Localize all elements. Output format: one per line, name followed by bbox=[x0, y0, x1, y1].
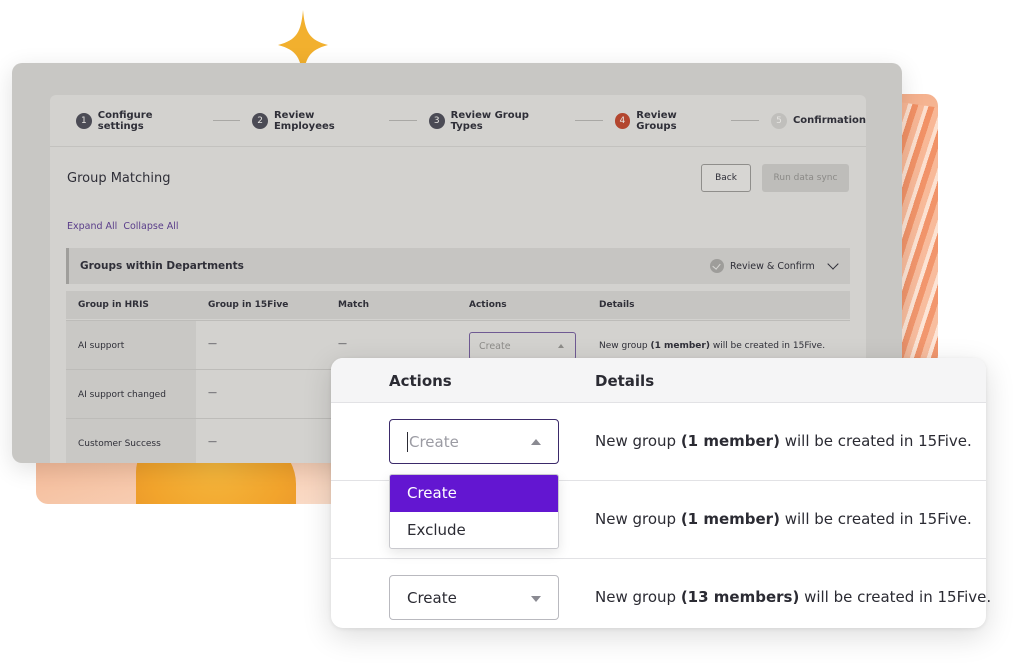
column-header: Group in 15Five bbox=[208, 300, 289, 310]
actions-column-header: Actions bbox=[389, 372, 452, 390]
page-title: Group Matching bbox=[67, 171, 171, 186]
select-value: Create bbox=[407, 589, 457, 607]
expand-collapse-links: Expand All Collapse All bbox=[67, 221, 185, 232]
details-member-count: (1 member) bbox=[680, 432, 780, 450]
table-header: Group in HRIS Group in 15Five Match Acti… bbox=[66, 291, 850, 319]
details-member-count: (1 member) bbox=[650, 341, 710, 351]
details-column-header: Details bbox=[595, 372, 655, 390]
step-connector bbox=[574, 120, 603, 121]
details-text-tail: will be created in 15Five. bbox=[779, 510, 972, 528]
caret-down-icon bbox=[531, 596, 541, 602]
column-header: Actions bbox=[469, 300, 507, 310]
step-number: 2 bbox=[252, 112, 268, 129]
action-dropdown-menu: Create Exclude bbox=[389, 474, 559, 549]
step-label: Configure settings bbox=[97, 109, 153, 132]
cell-hris-group: Customer Success bbox=[66, 419, 196, 463]
step-label: Confirmation bbox=[792, 115, 866, 126]
collapse-all-link[interactable]: Collapse All bbox=[123, 221, 178, 232]
details-text: New group bbox=[595, 588, 681, 606]
dropdown-option-create[interactable]: Create bbox=[390, 475, 558, 512]
card-header: Actions Details bbox=[331, 358, 986, 403]
details-text: New group bbox=[595, 510, 681, 528]
caret-up-icon bbox=[531, 439, 541, 445]
cell-match: — bbox=[338, 339, 347, 349]
card-row: Create New group (13 members) will be cr… bbox=[331, 559, 991, 637]
card-row: Create New group (1 member) will be crea… bbox=[331, 403, 986, 481]
step-number: 3 bbox=[428, 112, 445, 129]
step-review-employees[interactable]: 2 Review Employees bbox=[252, 110, 377, 132]
cell-15five-group: — bbox=[208, 388, 217, 398]
review-confirm-toggle[interactable]: Review & Confirm bbox=[710, 258, 839, 273]
column-header: Details bbox=[599, 300, 635, 310]
step-label: Review Groups bbox=[636, 109, 677, 132]
back-button[interactable]: Back bbox=[701, 164, 751, 192]
chevron-down-icon[interactable] bbox=[827, 258, 839, 270]
step-confirmation[interactable]: 5 Confirmation bbox=[770, 112, 866, 129]
details-member-count: (1 member) bbox=[680, 510, 780, 528]
expand-all-link[interactable]: Expand All bbox=[67, 221, 117, 232]
step-number: 4 bbox=[614, 112, 631, 129]
dropdown-option-exclude[interactable]: Exclude bbox=[390, 512, 558, 548]
details-text-tail: will be created in 15Five. bbox=[799, 588, 992, 606]
cell-15five-group: — bbox=[208, 339, 217, 349]
step-review-group-types[interactable]: 3 Review Group Types bbox=[428, 109, 563, 132]
step-connector bbox=[389, 120, 417, 121]
action-select[interactable]: Create bbox=[469, 332, 576, 360]
column-header: Group in HRIS bbox=[78, 300, 149, 310]
details-text: New group bbox=[599, 341, 651, 351]
step-configure-settings[interactable]: 1 Configure settings bbox=[76, 110, 201, 132]
column-header: Match bbox=[338, 300, 370, 310]
cell-details: New group (1 member) will be created in … bbox=[599, 341, 825, 351]
step-number: 1 bbox=[76, 112, 92, 129]
details-text-tail: will be created in 15Five. bbox=[709, 341, 826, 351]
cell-hris-group: AI support bbox=[66, 321, 196, 369]
run-data-sync-button[interactable]: Run data sync bbox=[762, 164, 849, 192]
details-text-tail: will be created in 15Five. bbox=[779, 432, 972, 450]
step-connector bbox=[212, 120, 241, 121]
step-label: Review Employees bbox=[273, 109, 335, 132]
section-title: Groups within Departments bbox=[80, 260, 244, 272]
row-details: New group (13 members) will be created i… bbox=[595, 588, 991, 606]
action-select[interactable]: Create bbox=[389, 575, 559, 620]
step-number: 5 bbox=[770, 112, 787, 129]
details-member-count: (13 members) bbox=[680, 588, 800, 606]
check-circle-icon bbox=[710, 259, 724, 273]
review-confirm-label: Review & Confirm bbox=[730, 260, 815, 272]
step-label: Review Group Types bbox=[450, 109, 529, 132]
action-select-open[interactable]: Create bbox=[389, 419, 559, 464]
cell-hris-group: AI support changed bbox=[66, 370, 196, 418]
cell-15five-group: — bbox=[208, 437, 217, 447]
row-details: New group (1 member) will be created in … bbox=[595, 510, 972, 528]
step-review-groups[interactable]: 4 Review Groups bbox=[614, 109, 720, 132]
actions-details-card: Actions Details Create New group (1 memb… bbox=[331, 358, 991, 628]
details-text: New group bbox=[595, 432, 681, 450]
row-details: New group (1 member) will be created in … bbox=[595, 432, 972, 450]
stepper: 1 Configure settings 2 Review Employees … bbox=[50, 95, 866, 147]
step-connector bbox=[731, 120, 759, 121]
select-placeholder: Create bbox=[409, 433, 459, 451]
